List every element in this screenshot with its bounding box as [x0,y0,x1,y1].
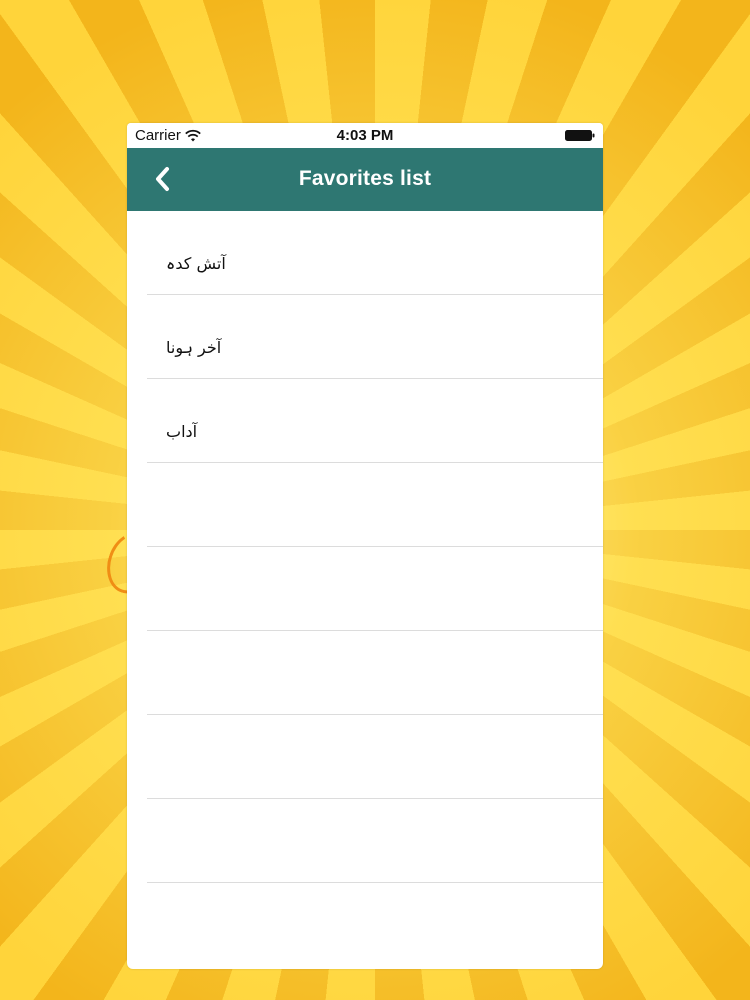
list-item[interactable]: آخر ہونا [147,295,603,379]
list-item-label: آتش کدہ [166,254,226,273]
navigation-bar: Favorites list [127,148,603,211]
list-item[interactable]: آتش کدہ [147,211,603,295]
status-time: 4:03 PM [336,127,394,144]
list-item[interactable] [147,715,603,799]
phone-screen: Carrier 4:03 PM Favorites list آتش کدہ آ… [127,123,603,969]
page-title: Favorites list [298,167,432,190]
status-bar: Carrier 4:03 PM [127,123,603,148]
list-item[interactable] [147,799,603,883]
battery-icon [565,130,595,141]
list-item-label: آداب [166,422,198,441]
list-item-label: آخر ہونا [166,338,222,357]
list-item[interactable]: آداب [147,379,603,463]
favorites-list: آتش کدہ آخر ہونا آداب [127,211,603,883]
list-item[interactable] [147,463,603,547]
list-item[interactable] [147,631,603,715]
list-item[interactable] [147,547,603,631]
